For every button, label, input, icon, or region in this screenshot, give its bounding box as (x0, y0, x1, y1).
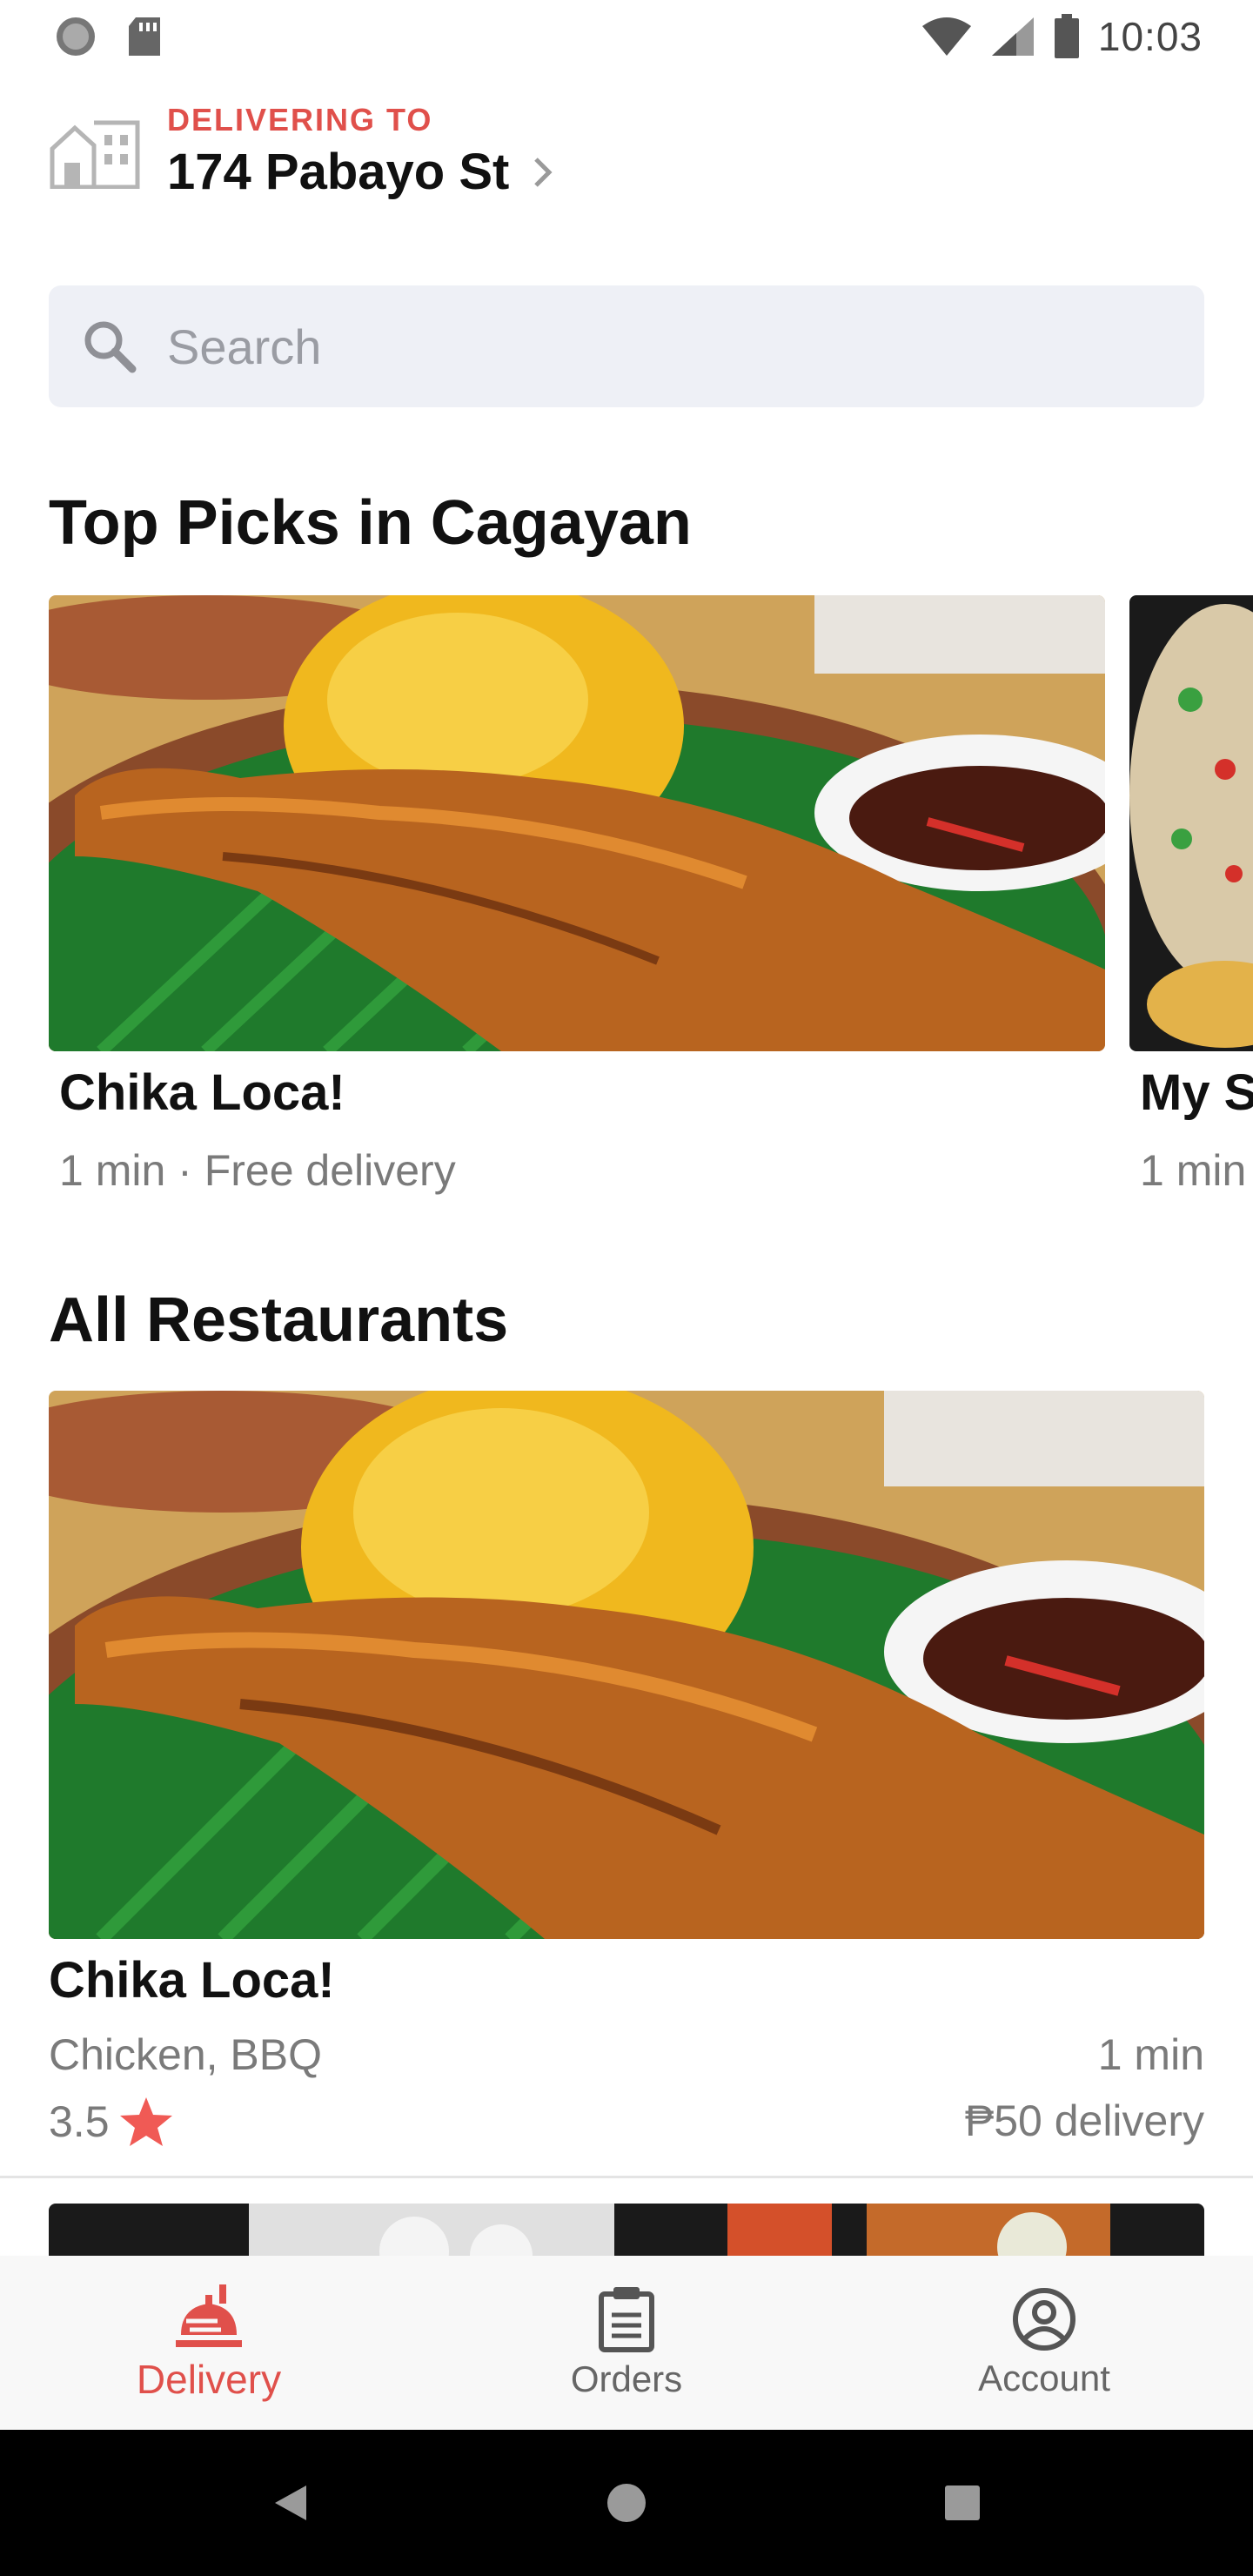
food-photo (49, 595, 1105, 1051)
delivering-to-label: DELIVERING TO (167, 102, 433, 138)
top-pick-subtitle-2: 1 min (1140, 1146, 1247, 1195)
top-pick-subtitle: 1 min · Free delivery (59, 1146, 456, 1195)
back-icon[interactable] (271, 2482, 310, 2524)
sync-icon (57, 17, 95, 56)
delivery-address[interactable]: DELIVERING TO 174 Pabayo St (49, 99, 554, 204)
divider (0, 2176, 1253, 2178)
home-icon[interactable] (606, 2482, 647, 2524)
star-icon (119, 2097, 172, 2146)
status-bar: 10:03 (0, 0, 1253, 73)
status-icons-left (54, 15, 162, 58)
account-icon (1013, 2288, 1075, 2351)
nav-delivery[interactable]: Delivery (0, 2256, 418, 2430)
clipboard-icon (599, 2287, 654, 2352)
address-line: 174 Pabayo St (167, 141, 554, 204)
address-value: 174 Pabayo St (167, 144, 510, 200)
system-navigation-bar (0, 2430, 1253, 2576)
restaurant-delivery-time: 1 min (1097, 2030, 1204, 2079)
top-pick-name[interactable]: Chika Loca! (59, 1063, 345, 1122)
restaurant-card-image[interactable] (49, 1391, 1204, 1939)
top-pick-card-image[interactable] (49, 595, 1105, 1051)
all-restaurants-title: All Restaurants (49, 1285, 509, 1355)
recents-icon[interactable] (943, 2484, 982, 2522)
food-photo-2 (1129, 595, 1253, 1051)
status-time: 10:03 (1097, 14, 1203, 59)
status-icons-right: 10:03 (921, 13, 1203, 60)
battery-icon (1054, 14, 1079, 58)
nav-label: Orders (570, 2358, 683, 2399)
top-pick-card-image-2[interactable] (1129, 595, 1253, 1051)
restaurant-delivery-fee: ₱50 delivery (964, 2096, 1204, 2145)
search-bar[interactable] (49, 285, 1204, 407)
nav-orders[interactable]: Orders (418, 2256, 835, 2430)
restaurant-cuisine: Chicken, BBQ (49, 2030, 323, 2079)
food-photo (49, 1391, 1204, 1939)
cell-signal-icon (991, 17, 1034, 56)
restaurant-rating: 3.5 (49, 2096, 174, 2148)
rating-value: 3.5 (49, 2097, 110, 2146)
delivery-icon (176, 2284, 242, 2347)
nav-account[interactable]: Account (835, 2256, 1253, 2430)
restaurant-name[interactable]: Chika Loca! (49, 1951, 335, 2009)
top-pick-name-2[interactable]: My S (1140, 1063, 1253, 1122)
nav-label: Delivery (136, 2357, 282, 2402)
sd-card-icon (129, 17, 160, 56)
chevron-right-icon (534, 158, 553, 187)
address-text: DELIVERING TO 174 Pabayo St (167, 99, 554, 204)
search-input[interactable] (167, 318, 1124, 375)
search-icon (84, 321, 137, 373)
building-icon (50, 120, 140, 189)
wifi-icon (921, 17, 971, 56)
nav-label: Account (978, 2358, 1110, 2398)
top-picks-title: Top Picks in Cagayan (49, 488, 692, 558)
bottom-navigation: Delivery Orders Account (0, 2256, 1253, 2430)
